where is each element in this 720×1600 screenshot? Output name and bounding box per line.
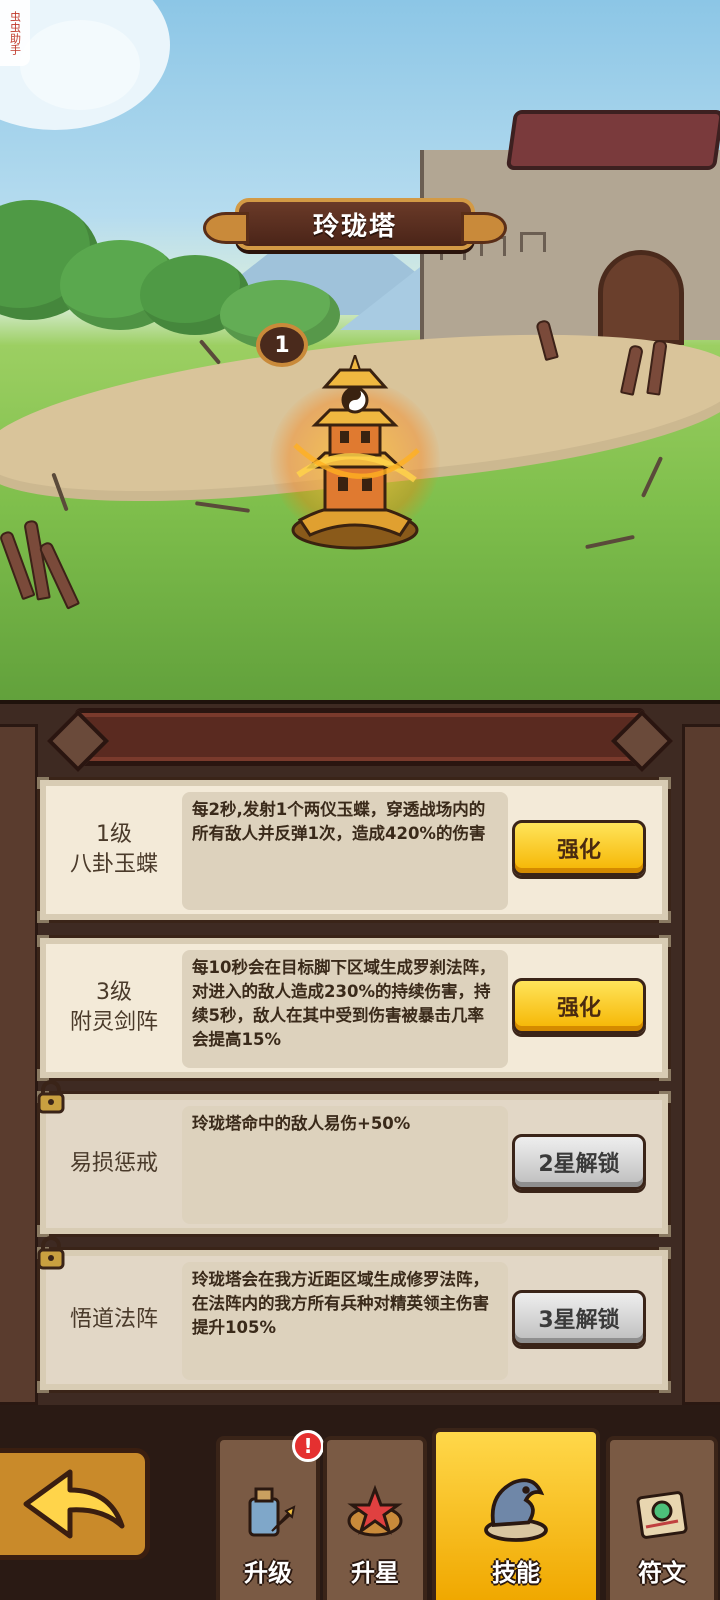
watermark-badge: 虫虫助手 [0,0,30,66]
unlock-button[interactable]: 3星解锁 [512,1290,646,1346]
dragon-skill-icon [484,1478,548,1542]
tower-level-badge: 1 [256,323,308,367]
skill-panel: 1级 八卦玉蝶 每2秒,发射1个两仪玉蝶，穿透战场内的所有敌人并反弹1次，造成4… [0,700,720,1405]
bottom-nav: ! 升级 升星 技能 符文 [0,1408,720,1600]
tab-star-up[interactable]: 升星 [323,1436,427,1600]
skill-card: 1级 八卦玉蝶 每2秒,发射1个两仪玉蝶，穿透战场内的所有敌人并反弹1次，造成4… [37,777,671,923]
tower-name: 玲珑塔 [312,211,397,242]
panel-frame-left [0,724,38,1405]
skill-title: 1级 八卦玉蝶 [46,786,182,914]
skill-card: 3级 附灵剑阵 每10秒会在目标脚下区域生成罗刹法阵，对进入的敌人造成230%的… [37,935,671,1081]
star-emblem-icon [347,1484,403,1537]
wall-crenel [520,232,546,252]
back-button[interactable] [0,1448,150,1560]
skill-title: 3级 附灵剑阵 [46,944,182,1072]
tab-runes[interactable]: 符文 [606,1436,718,1600]
skill-name: 八卦玉蝶 [69,852,158,877]
arrow [640,456,664,498]
skill-title: 悟道法阵 [46,1256,182,1384]
battle-scene: 玲珑塔 1 虫虫助手 [0,0,720,720]
enhance-button[interactable]: 强化 [512,820,646,876]
tab-skills[interactable]: 技能 [432,1428,600,1600]
skill-title: 易损惩戒 [46,1100,182,1228]
tab-label: 符文 [638,1559,686,1587]
enhance-button[interactable]: 强化 [512,978,646,1034]
unlock-button[interactable]: 2星解锁 [512,1134,646,1190]
skill-level: 1级 [96,822,132,847]
cloud [20,20,140,110]
skill-description: 每2秒,发射1个两仪玉蝶，穿透战场内的所有敌人并反弹1次，造成420%的伤害 [182,792,508,910]
tab-label: 升级 [244,1559,292,1587]
skill-name: 悟道法阵 [69,1307,158,1332]
notification-badge: ! [292,1430,324,1462]
tab-label: 升星 [351,1559,399,1587]
skill-level: 3级 [96,980,132,1005]
panel-frame-right [682,724,720,1405]
arrow [198,339,222,365]
skill-description: 每10秒会在目标脚下区域生成罗刹法阵，对进入的敌人造成230%的持续伤害，持续5… [182,950,508,1068]
tab-label: 技能 [492,1559,540,1587]
skill-card-locked: 悟道法阵 玲珑塔会在我方近距区域生成修罗法阵，在法阵内的我方所有兵种对精英领主伤… [37,1236,671,1393]
panel-header [75,708,645,766]
skill-description: 玲珑塔会在我方近距区域生成修罗法阵，在法阵内的我方所有兵种对精英领主伤害提升10… [182,1262,508,1380]
tab-upgrade[interactable]: ! 升级 [216,1430,324,1600]
back-arrow-icon [23,1469,124,1539]
gate-tower-roof [505,110,720,170]
arrow [194,501,251,513]
city-gate [598,250,684,345]
skill-description: 玲珑塔命中的敌人易伤+50% [182,1106,508,1224]
potion-upgrade-icon [248,1487,296,1537]
arrow [585,534,635,550]
skill-name: 附灵剑阵 [69,1010,158,1035]
tower-title-banner: 玲珑塔 [203,198,507,250]
skill-card-locked: 易损惩戒 玲珑塔命中的敌人易伤+50% 2星解锁 [37,1080,671,1237]
pagoda-tower-icon [291,355,420,550]
rune-scroll-icon [636,1491,688,1539]
skill-name: 易损惩戒 [69,1151,158,1176]
